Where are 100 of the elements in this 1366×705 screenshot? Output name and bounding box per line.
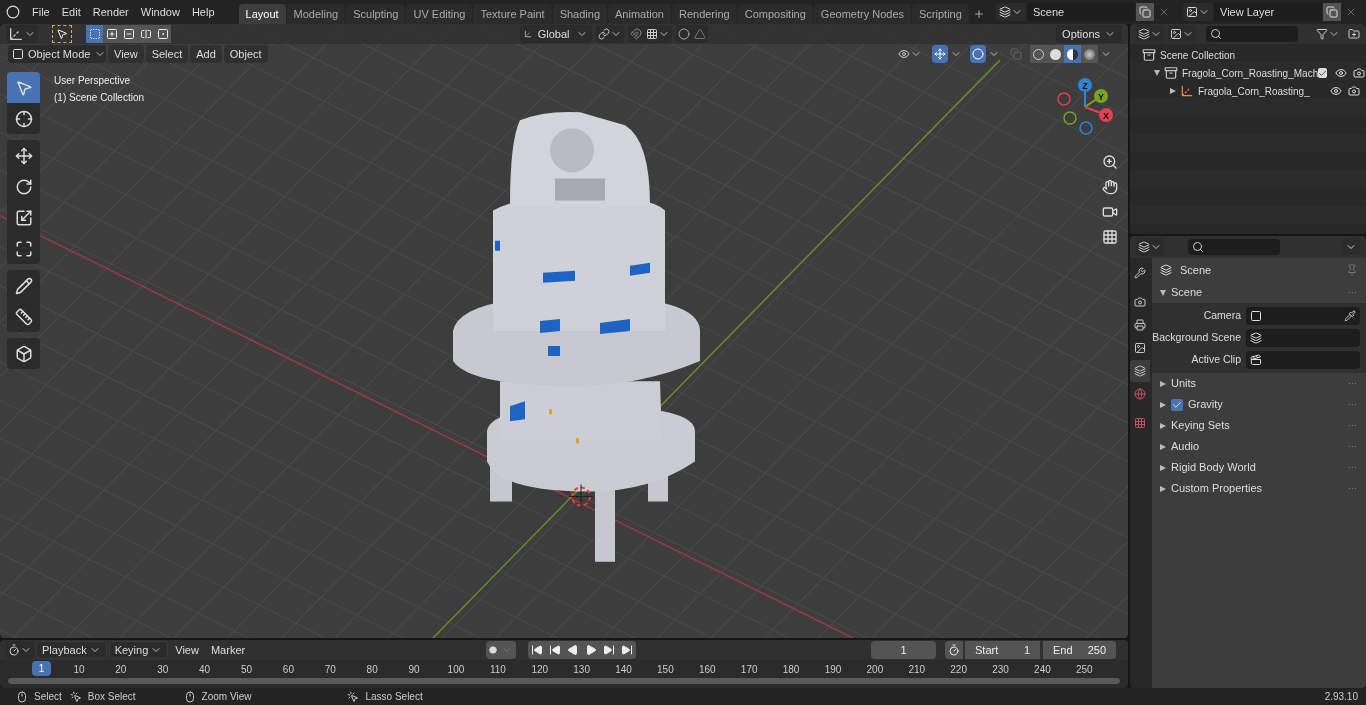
- editor-type-button[interactable]: [1136, 238, 1164, 256]
- workspace-tab[interactable]: Animation: [608, 4, 671, 24]
- disclosure-triangle-icon[interactable]: [1160, 289, 1166, 296]
- properties-tab[interactable]: [1130, 360, 1150, 382]
- view-layer-selector-button[interactable]: [1183, 3, 1213, 21]
- panel-title[interactable]: Scene: [1171, 284, 1203, 301]
- link-icon: [597, 28, 610, 40]
- disclosure-triangle-icon[interactable]: [1160, 485, 1166, 492]
- select-mode-button[interactable]: [120, 25, 137, 43]
- tool-button[interactable]: [7, 233, 40, 264]
- editor-type-button[interactable]: [6, 25, 38, 43]
- disclosure-triangle-icon[interactable]: [1160, 401, 1166, 408]
- add-collection-icon: [1348, 28, 1360, 40]
- menu-item[interactable]: Object: [223, 45, 268, 63]
- workspace-tab[interactable]: Compositing: [737, 4, 813, 24]
- copy-button[interactable]: [1136, 3, 1154, 21]
- shading-mode-button[interactable]: [1064, 45, 1081, 63]
- view-layer-name-field[interactable]: View Layer: [1214, 3, 1322, 21]
- panel-title[interactable]: Rigid Body World: [1171, 459, 1256, 476]
- checkbox[interactable]: [1318, 68, 1328, 78]
- snap-button[interactable]: [627, 25, 672, 43]
- scale-icon: [14, 208, 33, 227]
- new-collection-button[interactable]: [1348, 28, 1360, 40]
- options-dropdown[interactable]: Options: [1056, 25, 1122, 43]
- menu-item[interactable]: Render: [86, 2, 135, 22]
- object-field[interactable]: [1246, 351, 1360, 369]
- display-mode-button[interactable]: [1168, 25, 1196, 43]
- end-frame-field[interactable]: End 250: [1043, 641, 1116, 659]
- disclosure-triangle-icon[interactable]: [1160, 464, 1166, 471]
- search-field[interactable]: [1188, 239, 1280, 255]
- menu-item[interactable]: Edit: [55, 2, 87, 22]
- overlay-toggle-button[interactable]: [970, 45, 986, 63]
- tool-button[interactable]: [7, 338, 40, 369]
- select-mode-button[interactable]: [86, 25, 103, 43]
- preview-range-button[interactable]: [945, 641, 963, 659]
- menu-item[interactable]: Keying: [108, 641, 169, 659]
- copy-button[interactable]: [1323, 3, 1341, 21]
- scrollbar[interactable]: [8, 678, 1120, 684]
- workspace-tab[interactable]: Scripting: [912, 4, 969, 24]
- disclosure-triangle-icon[interactable]: [1160, 443, 1166, 450]
- scene-selector-button[interactable]: [996, 3, 1026, 21]
- workspace-tab[interactable]: Shading: [552, 4, 608, 24]
- scene-name-field[interactable]: Scene: [1027, 3, 1135, 21]
- options-button[interactable]: [1342, 239, 1360, 255]
- menu-item[interactable]: File: [26, 2, 56, 22]
- workspace-tab[interactable]: Rendering: [671, 4, 737, 24]
- panel-title[interactable]: Keying Sets: [1171, 417, 1230, 434]
- select-mode-button[interactable]: [154, 25, 171, 43]
- editor-type-button[interactable]: [1136, 25, 1164, 43]
- disclosure-triangle-icon[interactable]: [1170, 88, 1176, 94]
- orientation-dropdown[interactable]: Global: [519, 25, 592, 43]
- shading-mode-button[interactable]: [1047, 45, 1064, 63]
- workspace-tab[interactable]: Texture Paint: [473, 4, 552, 24]
- playhead[interactable]: 1: [32, 661, 51, 676]
- object-field[interactable]: [1246, 307, 1360, 325]
- panel-title[interactable]: Units: [1171, 375, 1197, 392]
- workspace-tab[interactable]: Geometry Nodes: [813, 4, 911, 24]
- navigation-button[interactable]: [1100, 177, 1120, 197]
- select-mode-button[interactable]: [103, 25, 120, 43]
- auto-keying-button[interactable]: [485, 641, 516, 659]
- gizmo-toggle-button[interactable]: [932, 45, 948, 63]
- tool-button[interactable]: [7, 140, 40, 171]
- select-mode-button[interactable]: [137, 25, 154, 43]
- tool-button[interactable]: [7, 301, 40, 332]
- disclosure-triangle-icon[interactable]: [1160, 422, 1166, 429]
- navigation-button[interactable]: [1100, 227, 1120, 247]
- workspace-tab[interactable]: Layout: [238, 4, 286, 24]
- outliner-item[interactable]: Fragola_Corn_Roasting_Mach: [1182, 65, 1319, 81]
- select-tool-button[interactable]: [52, 25, 72, 43]
- mode-dropdown[interactable]: Object Mode: [8, 45, 106, 63]
- current-frame-field[interactable]: 1: [871, 641, 936, 659]
- start-frame-field[interactable]: Start 1: [965, 641, 1040, 659]
- panel-title[interactable]: Audio: [1171, 438, 1200, 455]
- workspace-tab[interactable]: Sculpting: [346, 4, 406, 24]
- disclosure-triangle-icon[interactable]: [1160, 380, 1166, 387]
- outliner-item[interactable]: Scene Collection: [1160, 47, 1236, 63]
- workspace-tab[interactable]: UV Editing: [406, 4, 473, 24]
- menu-item[interactable]: Window: [134, 2, 186, 22]
- menu-item[interactable]: Marker: [205, 641, 251, 659]
- editor-type-button[interactable]: [6, 641, 34, 659]
- menu-item[interactable]: View: [108, 45, 144, 63]
- menu-item[interactable]: Select: [145, 45, 189, 63]
- menu-item[interactable]: Help: [185, 2, 221, 22]
- search-field[interactable]: [1206, 26, 1298, 42]
- proportional-edit-button[interactable]: [675, 25, 708, 43]
- 3d-viewport[interactable]: Global Options Object Mode View Select Add Object User Perspective (1) Scene Collection Z Y X: [0, 24, 1128, 638]
- disclosure-triangle-icon[interactable]: [1154, 70, 1160, 76]
- object-field[interactable]: [1246, 329, 1360, 347]
- pivot-button[interactable]: [595, 25, 624, 43]
- checkbox[interactable]: [1171, 398, 1183, 411]
- outliner-item[interactable]: Fragola_Corn_Roasting_: [1198, 83, 1310, 99]
- menu-item[interactable]: View: [170, 641, 204, 659]
- panel-title[interactable]: Gravity: [1188, 396, 1223, 413]
- filter-button[interactable]: [1316, 28, 1340, 40]
- panel-title[interactable]: Custom Properties: [1171, 480, 1263, 497]
- menu-item[interactable]: Playback: [36, 641, 107, 659]
- workspace-tab[interactable]: Modeling: [286, 4, 346, 24]
- menu-item[interactable]: Add: [190, 45, 222, 63]
- tool-button[interactable]: [7, 270, 40, 301]
- tool-button[interactable]: [7, 103, 40, 134]
